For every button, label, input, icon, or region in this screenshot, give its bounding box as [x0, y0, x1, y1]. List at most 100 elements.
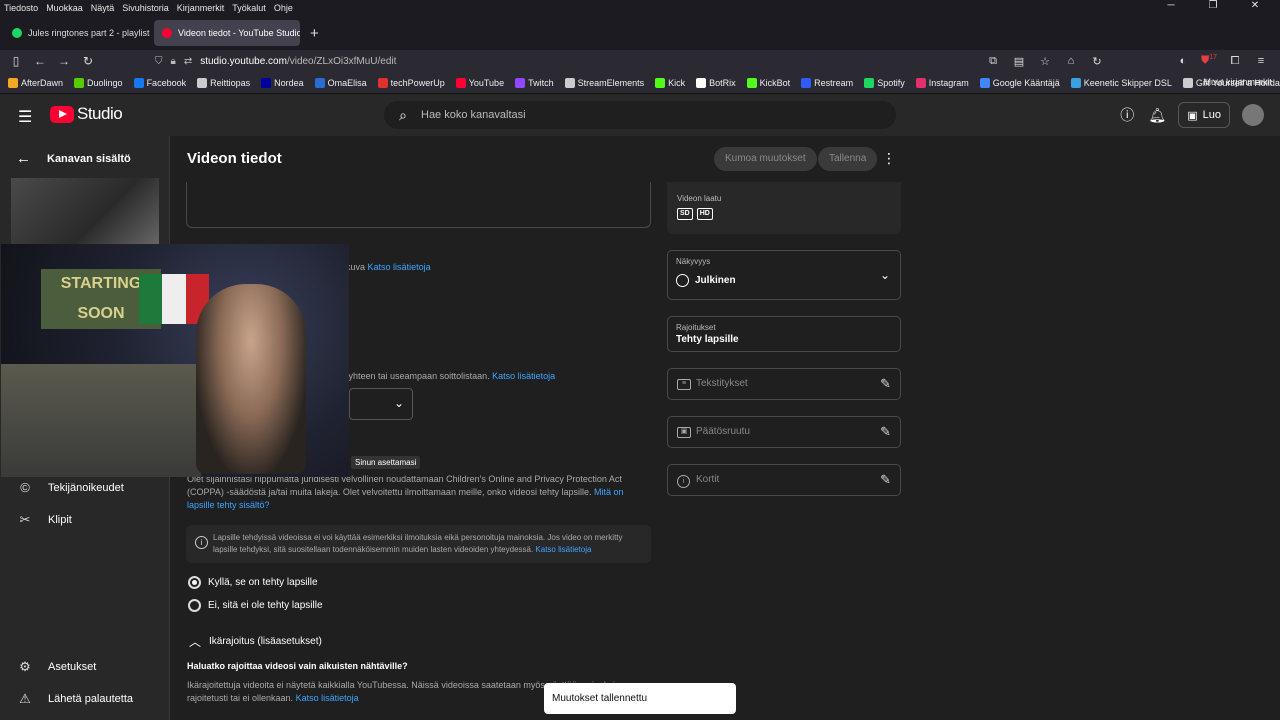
subtitles-card[interactable]: ≡ Tekstitykset ✎ — [667, 368, 901, 400]
sd-badge: SD — [677, 208, 693, 220]
cards-card[interactable]: i Kortit ✎ — [667, 464, 901, 496]
bookmark-item[interactable]: Instagram — [915, 77, 969, 88]
bookmark-item[interactable]: Spotify — [864, 77, 905, 88]
sidebar-item-feedback[interactable]: ⚠ Lähetä palautetta — [16, 691, 133, 707]
bookmark-item[interactable]: Google Kääntäjä — [979, 77, 1060, 88]
radio-checked[interactable] — [188, 576, 201, 589]
bookmark-item[interactable]: Kick — [655, 77, 685, 88]
learn-more-link[interactable]: Katso lisätietoja — [296, 693, 359, 703]
learn-more-link[interactable]: Katso lisätietoja — [492, 371, 555, 381]
restrictions-field[interactable]: Rajoitukset Tehty lapsille — [667, 316, 901, 352]
webcam-pillow — [1, 364, 201, 477]
lock-icon: 🔒︎ — [170, 55, 176, 67]
sidebar-toggle-icon[interactable]: ▯ — [4, 54, 28, 68]
bookmark-item[interactable]: Twitch — [515, 77, 554, 88]
bookmark-favicon-icon — [864, 77, 875, 88]
menu-file[interactable]: Tiedosto — [4, 3, 38, 13]
restrictions-label: Rajoitukset — [676, 323, 716, 332]
pencil-icon[interactable]: ✎ — [880, 424, 891, 440]
create-button[interactable]: ▣ Luo — [1178, 102, 1230, 128]
search-bar[interactable]: ⌕ Hae koko kanavaltasi — [384, 101, 896, 129]
tab-studio[interactable]: Videon tiedot - YouTube Studio ✕ — [154, 20, 300, 46]
bookmark-item[interactable]: YouTube — [455, 77, 505, 88]
bookmark-item[interactable]: Restream — [801, 77, 853, 88]
bookmark-label: OmaElisa — [327, 77, 367, 88]
bookmark-item[interactable]: StreamElements — [564, 77, 645, 88]
bookmark-item[interactable]: OmaElisa — [314, 77, 367, 88]
visibility-label: Näkyvyys — [676, 257, 711, 266]
menu-help[interactable]: Ohje — [274, 3, 293, 13]
bookmark-item[interactable]: techPowerUp — [377, 77, 445, 88]
playlist-select[interactable]: ⌄ — [349, 388, 413, 420]
notifications-icon[interactable]: 🔔︎ — [1144, 102, 1170, 128]
sidebar-item-copyright[interactable]: © Tekijänoikeudet — [16, 480, 124, 495]
studio-logo[interactable]: Studio — [50, 104, 123, 124]
bookmark-item[interactable]: Facebook — [133, 77, 186, 88]
video-thumbnail[interactable] — [11, 178, 159, 244]
quality-label: Videon laatu — [677, 194, 722, 203]
pencil-icon[interactable]: ✎ — [880, 376, 891, 392]
bookmark-item[interactable]: AfterDawn — [8, 77, 64, 88]
bookmark-item[interactable]: Nordea — [261, 77, 304, 88]
playlist-info-text: o yhteen tai useampaan soittolistaan. Ka… — [341, 371, 555, 381]
restore-icon[interactable]: ❐ — [1196, 0, 1230, 11]
back-icon[interactable]: ← — [28, 54, 52, 68]
hamburger-menu-icon[interactable]: ☰ — [18, 107, 32, 127]
bookmark-item[interactable]: Duolingo — [74, 77, 123, 88]
bookmark-label: Reittiopas — [210, 77, 251, 88]
thumbnail-info-text: ukuva Katso lisätietoja — [341, 262, 431, 272]
sidebar-item-label: Lähetä palautetta — [48, 693, 134, 705]
bookmark-item[interactable]: BotRix — [696, 77, 736, 88]
avatar[interactable] — [1242, 104, 1264, 126]
screenshot-icon[interactable]: ⧉ — [980, 55, 1006, 68]
description-field[interactable] — [186, 182, 651, 228]
sidebar-item-clips[interactable]: ✂ Klipit — [16, 512, 72, 528]
reload-icon[interactable]: ↻ — [76, 54, 100, 68]
undo-changes-button[interactable]: Kumoa muutokset — [714, 147, 817, 171]
age-restriction-toggle[interactable]: ︿ Ikärajoitus (lisäasetukset) — [189, 633, 322, 650]
radio-unchecked[interactable] — [188, 599, 201, 612]
visibility-select[interactable]: Näkyvyys Julkinen ⌄ — [667, 250, 901, 300]
extension-icon[interactable]: ◐ — [1170, 55, 1196, 67]
forward-icon[interactable]: → — [52, 54, 76, 68]
radio-made-for-kids[interactable]: Kyllä, se on tehty lapsille — [188, 576, 318, 589]
reader-icon[interactable]: ▤ — [1006, 55, 1032, 68]
more-options-icon[interactable]: ⋮ — [882, 150, 896, 167]
radio-not-made-for-kids[interactable]: Ei, sitä ei ole tehty lapsille — [188, 599, 323, 612]
menu-edit[interactable]: Muokkaa — [46, 3, 83, 13]
minimize-icon[interactable]: ─ — [1154, 0, 1188, 11]
close-window-icon[interactable]: ✕ — [1238, 0, 1272, 11]
bookmark-label: AfterDawn — [21, 77, 64, 88]
menu-bookmarks[interactable]: Kirjanmerkit — [177, 3, 225, 13]
home-icon[interactable]: ⌂ — [1058, 55, 1084, 67]
bookmark-item[interactable]: Keenetic Skipper DSL — [1070, 77, 1172, 88]
bookmark-label: YouTube — [468, 77, 505, 88]
bookmark-item[interactable]: KickBot — [746, 77, 790, 88]
tab-label: Videon tiedot - YouTube Studio — [178, 28, 300, 38]
menu-icon[interactable]: ≡ — [1248, 55, 1274, 67]
save-button[interactable]: Tallenna — [818, 147, 878, 171]
menu-tools[interactable]: Työkalut — [232, 3, 266, 13]
learn-more-link[interactable]: Katso lisätietoja — [535, 545, 591, 554]
extensions-icon[interactable]: ⧠ — [1222, 55, 1248, 68]
learn-more-link[interactable]: Katso lisätietoja — [368, 262, 431, 272]
bookmark-label: StreamElements — [577, 77, 645, 88]
pencil-icon[interactable]: ✎ — [880, 472, 891, 488]
url-bar[interactable]: ⛉ 🔒︎ ⇄ studio.youtube.com/video/ZLxOi3xf… — [155, 51, 1035, 71]
menu-history[interactable]: Sivuhistoria — [122, 3, 169, 13]
help-icon[interactable]: ⓘ — [1114, 102, 1140, 128]
menu-view[interactable]: Näytä — [91, 3, 115, 13]
tab-playlist[interactable]: Jules ringtones part 2 - playlist ✕ — [4, 20, 150, 46]
coppa-body: Olet sijainnistasi riippumatta juridises… — [187, 474, 622, 497]
sidebar-item-settings[interactable]: ⚙ Asetukset — [16, 659, 96, 675]
refresh-icon[interactable]: ↻ — [1084, 55, 1110, 68]
search-input[interactable]: Hae koko kanavaltasi — [421, 109, 526, 121]
back-to-content-button[interactable]: ← Kanavan sisältö — [16, 150, 131, 167]
other-bookmarks[interactable]: Muut kirjanmerkit — [1203, 77, 1272, 87]
ublock-icon[interactable]: ⛊17 — [1196, 54, 1222, 68]
new-tab-icon[interactable]: + — [310, 25, 319, 42]
bookmark-item[interactable]: Reittiopas — [197, 77, 251, 88]
end-screen-card[interactable]: ▣ Päätösruutu ✎ — [667, 416, 901, 448]
back-label: Kanavan sisältö — [47, 152, 131, 165]
bookmark-star-icon[interactable]: ☆ — [1032, 55, 1058, 68]
